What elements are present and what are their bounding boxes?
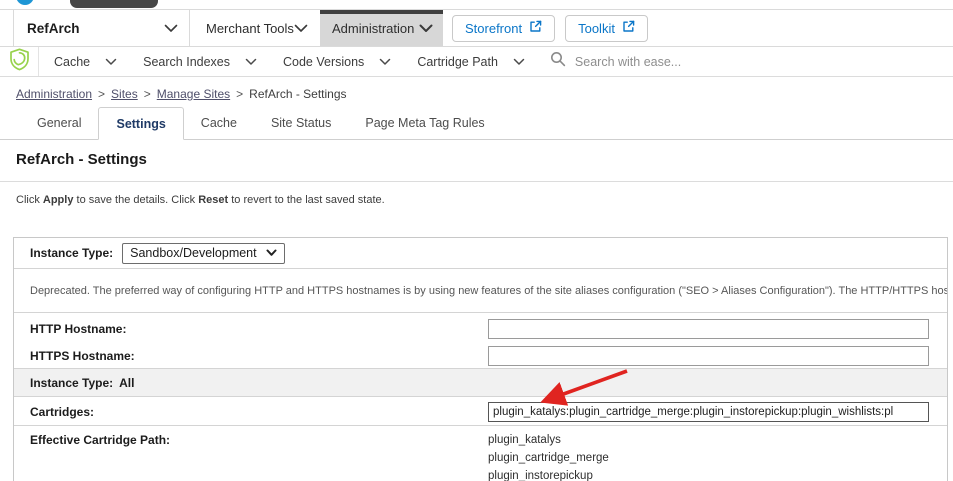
http-hostname-label: HTTP Hostname: <box>30 322 126 336</box>
apply-keyword: Apply <box>43 194 74 206</box>
effective-cartridge-path-row: Effective Cartridge Path: plugin_katalys… <box>14 426 947 481</box>
tab-settings[interactable]: Settings <box>98 107 183 140</box>
cartridge-path-item: plugin_katalys <box>488 431 609 449</box>
nav-cartridge-path-label: Cartridge Path <box>417 55 498 69</box>
chevron-down-icon <box>513 58 525 66</box>
chevron-down-icon <box>419 24 433 33</box>
nav-search-indexes-label: Search Indexes <box>143 55 230 69</box>
tab-general[interactable]: General <box>20 107 98 139</box>
deprecated-note: Deprecated. The preferred way of configu… <box>14 269 947 313</box>
effective-cartridge-path-list: plugin_katalys plugin_cartridge_merge pl… <box>488 431 609 481</box>
instructions-part: to save the details. Click <box>73 194 198 206</box>
instance-type-all-value: All <box>119 376 134 390</box>
toolkit-button[interactable]: Toolkit <box>565 15 648 42</box>
external-link-icon <box>529 20 542 36</box>
breadcrumb-administration[interactable]: Administration <box>16 87 92 101</box>
shield-logo-cell <box>0 47 39 76</box>
site-tabs: General Settings Cache Site Status Page … <box>0 107 953 140</box>
instance-type-select[interactable]: Sandbox/Development <box>122 243 284 264</box>
site-selector-label: RefArch <box>27 21 80 36</box>
https-hostname-label: HTTPS Hostname: <box>30 349 135 363</box>
shield-icon <box>9 48 30 76</box>
nav-cache[interactable]: Cache <box>43 47 128 76</box>
chevron-down-icon <box>266 249 277 257</box>
toolkit-button-label: Toolkit <box>578 21 615 36</box>
tab-cache[interactable]: Cache <box>184 107 254 139</box>
https-hostname-input[interactable] <box>488 346 929 366</box>
nav-code-versions[interactable]: Code Versions <box>272 47 402 76</box>
site-selector[interactable]: RefArch <box>13 10 190 46</box>
instance-type-row: Instance Type: Sandbox/Development <box>14 238 947 269</box>
divider <box>0 181 953 182</box>
cartridge-path-item: plugin_instorepickup <box>488 467 609 481</box>
breadcrumb-current: RefArch - Settings <box>249 87 346 101</box>
breadcrumb-separator: > <box>144 87 151 101</box>
nav-administration[interactable]: Administration <box>320 10 443 46</box>
instance-type-selected-value: Sandbox/Development <box>130 246 256 260</box>
chevron-down-icon <box>294 24 308 33</box>
breadcrumb-manage-sites[interactable]: Manage Sites <box>157 87 230 101</box>
breadcrumb-separator: > <box>98 87 105 101</box>
instance-type-all-row: Instance Type: All <box>14 369 947 397</box>
chevron-down-icon <box>105 58 117 66</box>
nav-search-indexes[interactable]: Search Indexes <box>132 47 268 76</box>
search-input[interactable] <box>575 55 795 69</box>
http-hostname-input[interactable] <box>488 319 929 339</box>
secondary-nav: Cache Search Indexes Code Versions Cartr… <box>0 47 953 77</box>
chevron-down-icon <box>379 58 391 66</box>
instructions-part: Click <box>16 194 43 206</box>
global-search <box>550 47 795 76</box>
nav-merchant-tools-label: Merchant Tools <box>206 21 294 36</box>
cropped-blue-icon <box>16 0 34 5</box>
effective-cartridge-path-label: Effective Cartridge Path: <box>30 433 170 447</box>
search-icon <box>550 51 566 72</box>
cartridges-row: Cartridges: <box>14 397 947 426</box>
chevron-down-icon <box>164 24 178 33</box>
storefront-button-label: Storefront <box>465 21 522 36</box>
reset-keyword: Reset <box>198 194 228 206</box>
nav-code-versions-label: Code Versions <box>283 55 364 69</box>
breadcrumb: Administration > Sites > Manage Sites > … <box>16 87 347 101</box>
cartridges-label: Cartridges: <box>30 405 94 419</box>
instructions-text: Click Apply to save the details. Click R… <box>16 194 385 206</box>
nav-administration-label: Administration <box>332 21 414 36</box>
page-title: RefArch - Settings <box>16 151 147 168</box>
cartridge-path-item: plugin_cartridge_merge <box>488 449 609 467</box>
instance-type-all-label: Instance Type: <box>30 376 113 390</box>
business-manager-window: RefArch Merchant Tools Administration St… <box>0 0 953 481</box>
storefront-button[interactable]: Storefront <box>452 15 555 42</box>
tab-page-meta-tag-rules[interactable]: Page Meta Tag Rules <box>348 107 501 139</box>
tab-site-status[interactable]: Site Status <box>254 107 348 139</box>
settings-panel: Instance Type: Sandbox/Development Depre… <box>13 237 948 481</box>
primary-nav: RefArch Merchant Tools Administration St… <box>0 9 953 47</box>
nav-merchant-tools[interactable]: Merchant Tools <box>190 10 320 46</box>
nav-cartridge-path[interactable]: Cartridge Path <box>406 47 536 76</box>
breadcrumb-sites[interactable]: Sites <box>111 87 138 101</box>
chevron-down-icon <box>245 58 257 66</box>
instructions-part: to revert to the last saved state. <box>228 194 385 206</box>
instance-type-label: Instance Type: <box>30 246 113 260</box>
cartridges-input[interactable] <box>488 402 929 422</box>
hostname-rows: HTTP Hostname: HTTPS Hostname: <box>14 313 947 369</box>
breadcrumb-separator: > <box>236 87 243 101</box>
external-link-icon <box>622 20 635 36</box>
nav-cache-label: Cache <box>54 55 90 69</box>
cropped-dark-toolbar <box>70 0 158 8</box>
